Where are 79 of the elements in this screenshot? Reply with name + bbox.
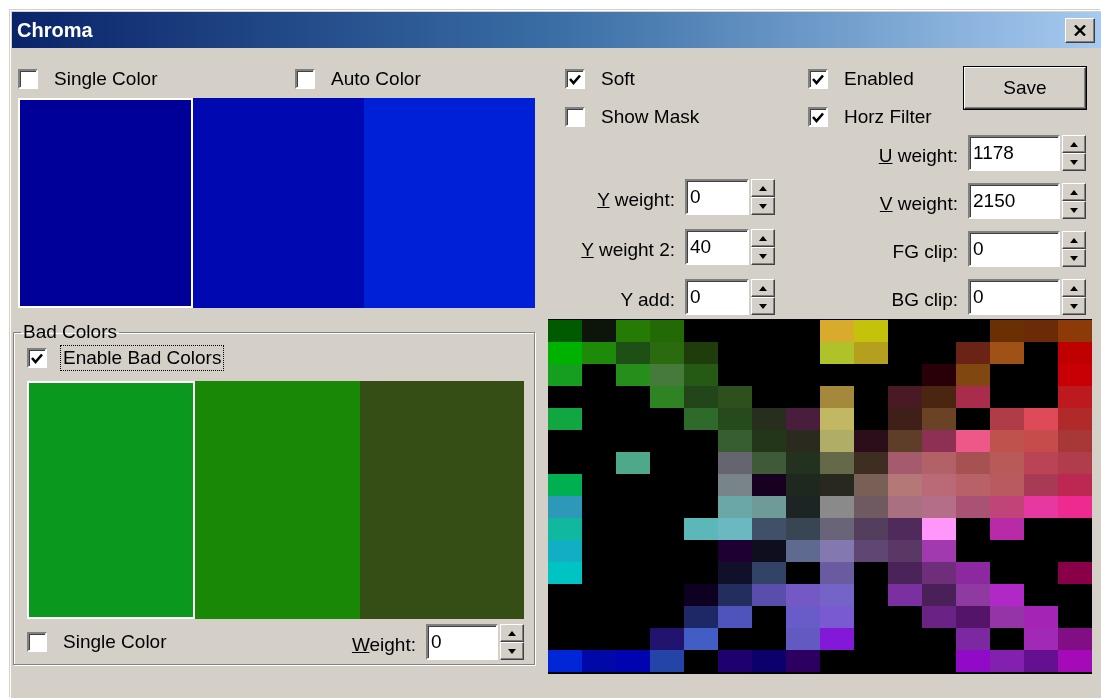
spin-down-button[interactable]	[1062, 297, 1086, 315]
checkmark-icon	[812, 73, 824, 85]
checkbox-label[interactable]: Enabled	[842, 67, 916, 91]
up-arrow-icon	[1070, 189, 1078, 195]
field-label: Y weight 2:	[581, 239, 675, 261]
input-field[interactable]: 0	[685, 179, 749, 215]
up-arrow-icon	[1070, 141, 1078, 147]
checkmark-icon	[31, 352, 43, 364]
checkbox[interactable]	[565, 69, 585, 89]
checkbox-label[interactable]: Single Color	[52, 67, 160, 91]
input-field[interactable]: 1178	[968, 135, 1060, 171]
spin-down-button[interactable]	[751, 297, 775, 315]
checkbox-label[interactable]: Horz Filter	[842, 105, 934, 129]
color-swatch[interactable]	[195, 381, 360, 619]
checkbox-label[interactable]: Soft	[599, 67, 637, 91]
down-arrow-icon	[759, 253, 767, 259]
checkmark-icon	[812, 111, 824, 123]
input-field[interactable]: 0	[968, 279, 1060, 315]
input-field[interactable]: 0	[685, 279, 749, 315]
checkbox[interactable]	[295, 69, 315, 89]
spin-down-button[interactable]	[1062, 153, 1086, 171]
field-label: V weight:	[879, 193, 958, 215]
color-swatch[interactable]	[359, 381, 524, 619]
checkbox[interactable]	[565, 107, 585, 127]
down-arrow-icon	[1070, 207, 1078, 213]
field-label: Y add:	[620, 289, 675, 311]
down-arrow-icon	[508, 648, 516, 654]
window-title: Chroma	[17, 18, 93, 42]
field-label: Y weight:	[597, 189, 675, 211]
spin-up-button[interactable]	[751, 179, 775, 197]
down-arrow-icon	[1070, 159, 1078, 165]
close-button[interactable]	[1065, 17, 1095, 43]
spin-down-button[interactable]	[500, 642, 524, 660]
down-arrow-icon	[1070, 255, 1078, 261]
checkbox-label[interactable]: Single Color	[61, 630, 169, 654]
input-field[interactable]: 40	[685, 229, 749, 265]
checkbox[interactable]	[808, 107, 828, 127]
input-field[interactable]: 0	[968, 231, 1060, 267]
field-label: BG clip:	[891, 289, 958, 311]
up-arrow-icon	[759, 185, 767, 191]
group-title: Bad Colors	[22, 321, 118, 343]
color-swatch[interactable]	[18, 98, 193, 308]
checkbox-label[interactable]: Show Mask	[599, 105, 702, 129]
spin-down-button[interactable]	[751, 197, 775, 215]
up-arrow-icon	[759, 235, 767, 241]
spin-up-button[interactable]	[751, 279, 775, 297]
spin-up-button[interactable]	[751, 229, 775, 247]
up-arrow-icon	[1070, 285, 1078, 291]
up-arrow-icon	[759, 285, 767, 291]
checkbox[interactable]	[27, 632, 47, 652]
checkbox-label[interactable]: Auto Color	[329, 67, 423, 91]
field-label: Weight:	[351, 634, 416, 656]
color-swatch[interactable]	[193, 98, 364, 308]
checkbox[interactable]	[27, 348, 47, 368]
checkmark-icon	[569, 73, 581, 85]
input-field[interactable]: 2150	[968, 183, 1060, 219]
close-icon	[1074, 24, 1086, 36]
color-swatch[interactable]	[364, 98, 535, 308]
down-arrow-icon	[1070, 303, 1078, 309]
spin-down-button[interactable]	[751, 247, 775, 265]
checkbox-label[interactable]: Enable Bad Colors	[61, 346, 224, 370]
checkbox[interactable]	[18, 69, 38, 89]
spin-down-button[interactable]	[1062, 201, 1086, 219]
checkbox[interactable]	[808, 69, 828, 89]
spin-up-button[interactable]	[1062, 183, 1086, 201]
field-label: FG clip:	[892, 241, 958, 263]
spin-up-button[interactable]	[1062, 279, 1086, 297]
field-label: U weight:	[878, 145, 958, 167]
spin-up-button[interactable]	[1062, 231, 1086, 249]
spin-up-button[interactable]	[1062, 135, 1086, 153]
save-button[interactable]: Save	[964, 67, 1086, 109]
color-swatch[interactable]	[27, 381, 196, 619]
up-arrow-icon	[1070, 237, 1078, 243]
down-arrow-icon	[759, 203, 767, 209]
spin-down-button[interactable]	[1062, 249, 1086, 267]
spin-up-button[interactable]	[500, 624, 524, 642]
down-arrow-icon	[759, 303, 767, 309]
input-field[interactable]: 0	[426, 624, 498, 660]
up-arrow-icon	[508, 630, 516, 636]
